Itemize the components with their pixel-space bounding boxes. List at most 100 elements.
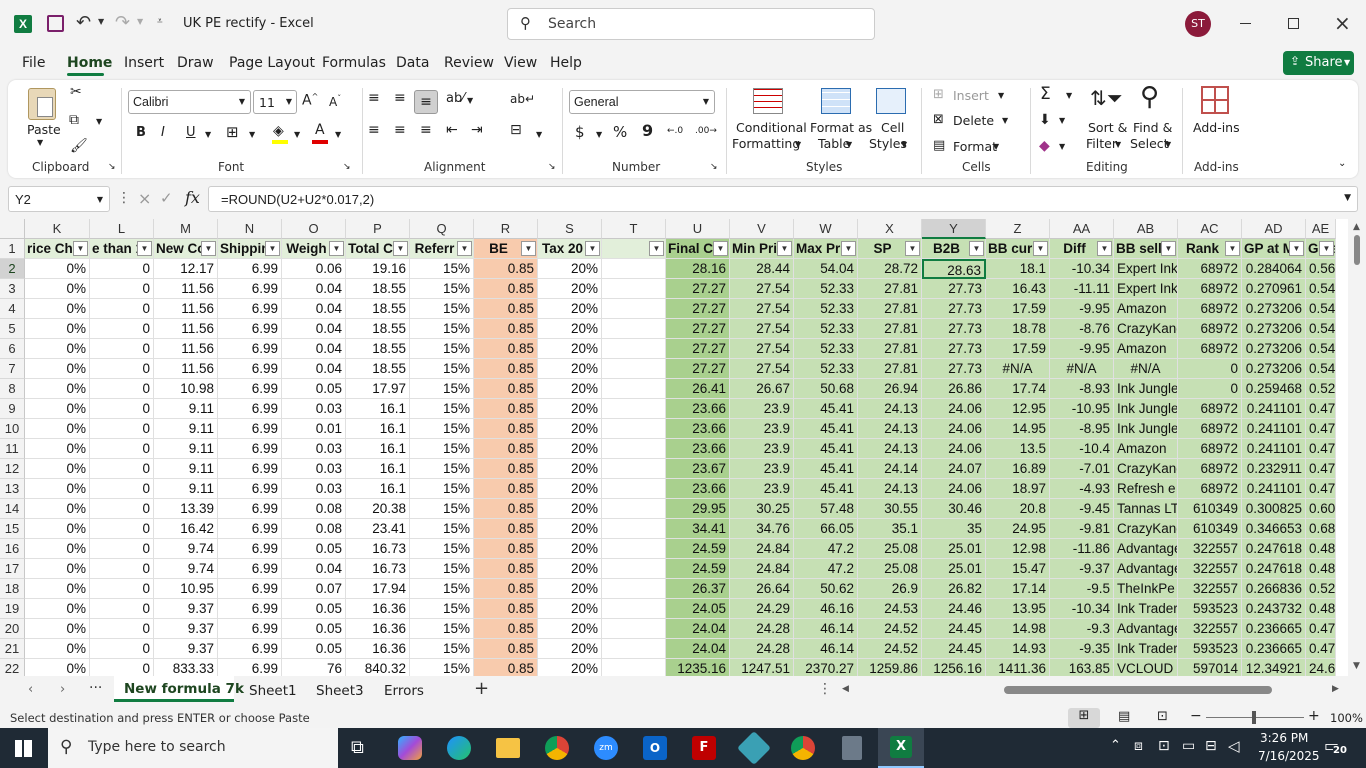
cell-ad13[interactable]: 0.241101 bbox=[1242, 479, 1306, 499]
cell-ab5[interactable]: CrazyKang bbox=[1114, 319, 1178, 339]
cell-w10[interactable]: 45.41 bbox=[794, 419, 858, 439]
cell-u15[interactable]: 34.41 bbox=[666, 519, 730, 539]
cell-t4[interactable] bbox=[602, 299, 666, 319]
cell-ae5[interactable]: 0.543 bbox=[1306, 319, 1336, 339]
cell-ac11[interactable]: 68972 bbox=[1178, 439, 1242, 459]
row-header[interactable]: 12 bbox=[0, 459, 25, 479]
cell-x13[interactable]: 24.13 bbox=[858, 479, 922, 499]
filter-dropdown-icon[interactable]: ▼ bbox=[969, 241, 984, 256]
find-select-icon[interactable]: ⚲ bbox=[1140, 82, 1159, 112]
cell-v16[interactable]: 24.84 bbox=[730, 539, 794, 559]
cell-l10[interactable]: 0 bbox=[90, 419, 154, 439]
cell-x16[interactable]: 25.08 bbox=[858, 539, 922, 559]
column-header-ab[interactable]: AB bbox=[1114, 219, 1178, 239]
cell-ad6[interactable]: 0.273206 bbox=[1242, 339, 1306, 359]
cell-u14[interactable]: 29.95 bbox=[666, 499, 730, 519]
table-header-cell[interactable]: SP ▼ bbox=[858, 239, 922, 259]
cell-q7[interactable]: 15% bbox=[410, 359, 474, 379]
cell-p8[interactable]: 17.97 bbox=[346, 379, 410, 399]
column-header-aa[interactable]: AA bbox=[1050, 219, 1114, 239]
redo-dropdown-icon[interactable]: ▼ bbox=[137, 17, 143, 26]
cell-l5[interactable]: 0 bbox=[90, 319, 154, 339]
column-header-y[interactable]: Y bbox=[922, 219, 986, 239]
cell-m15[interactable]: 16.42 bbox=[154, 519, 218, 539]
cell-ae19[interactable]: 0.483 bbox=[1306, 599, 1336, 619]
insert-cells-label[interactable]: Insert bbox=[953, 88, 989, 103]
percent-icon[interactable]: % bbox=[613, 123, 627, 141]
cell-m13[interactable]: 9.11 bbox=[154, 479, 218, 499]
column-header-u[interactable]: U bbox=[666, 219, 730, 239]
clear-chevron-icon[interactable]: ▼ bbox=[1059, 142, 1065, 151]
cell-o3[interactable]: 0.04 bbox=[282, 279, 346, 299]
cell-aa20[interactable]: -9.3 bbox=[1050, 619, 1114, 639]
cell-ae2[interactable]: 0.564 bbox=[1306, 259, 1336, 279]
cell-ac4[interactable]: 68972 bbox=[1178, 299, 1242, 319]
cell-q18[interactable]: 15% bbox=[410, 579, 474, 599]
add-sheet-icon[interactable]: + bbox=[474, 678, 489, 699]
tab-view[interactable]: View bbox=[504, 55, 537, 71]
cell-w11[interactable]: 45.41 bbox=[794, 439, 858, 459]
conditional-formatting-label[interactable]: Conditional bbox=[736, 120, 807, 135]
cell-m19[interactable]: 9.37 bbox=[154, 599, 218, 619]
cell-l3[interactable]: 0 bbox=[90, 279, 154, 299]
cell-ae17[interactable]: 0.487 bbox=[1306, 559, 1336, 579]
cell-z13[interactable]: 18.97 bbox=[986, 479, 1050, 499]
cell-ac3[interactable]: 68972 bbox=[1178, 279, 1242, 299]
cell-w8[interactable]: 50.68 bbox=[794, 379, 858, 399]
cell-r11[interactable]: 0.85 bbox=[474, 439, 538, 459]
cell-r13[interactable]: 0.85 bbox=[474, 479, 538, 499]
delete-chevron-icon[interactable]: ▼ bbox=[1002, 116, 1008, 125]
filter-dropdown-icon[interactable]: ▼ bbox=[1289, 241, 1304, 256]
cell-ab12[interactable]: CrazyKang bbox=[1114, 459, 1178, 479]
cell-l9[interactable]: 0 bbox=[90, 399, 154, 419]
cell-n11[interactable]: 6.99 bbox=[218, 439, 282, 459]
decrease-font-icon[interactable]: Aˇ bbox=[329, 94, 341, 109]
cell-ac5[interactable]: 68972 bbox=[1178, 319, 1242, 339]
cell-r17[interactable]: 0.85 bbox=[474, 559, 538, 579]
cell-t11[interactable] bbox=[602, 439, 666, 459]
cell-k22[interactable]: 0% bbox=[25, 659, 90, 676]
camera-icon[interactable]: ⊡ bbox=[1158, 738, 1170, 754]
cell-s8[interactable]: 20% bbox=[538, 379, 602, 399]
cell-m5[interactable]: 11.56 bbox=[154, 319, 218, 339]
conditional-formatting-label-2[interactable]: Formatting bbox=[732, 136, 800, 151]
cell-aa8[interactable]: -8.93 bbox=[1050, 379, 1114, 399]
cell-n19[interactable]: 6.99 bbox=[218, 599, 282, 619]
cell-k10[interactable]: 0% bbox=[25, 419, 90, 439]
column-header-x[interactable]: X bbox=[858, 219, 922, 239]
cell-x8[interactable]: 26.94 bbox=[858, 379, 922, 399]
cell-s5[interactable]: 20% bbox=[538, 319, 602, 339]
cell-ae21[interactable]: 0.476 bbox=[1306, 639, 1336, 659]
cell-ab3[interactable]: Expert Ink bbox=[1114, 279, 1178, 299]
row-header[interactable]: 20 bbox=[0, 619, 25, 639]
cell-u21[interactable]: 24.04 bbox=[666, 639, 730, 659]
borders-icon[interactable]: ⊞ bbox=[226, 123, 239, 141]
cell-w13[interactable]: 45.41 bbox=[794, 479, 858, 499]
cell-q19[interactable]: 15% bbox=[410, 599, 474, 619]
cell-x10[interactable]: 24.13 bbox=[858, 419, 922, 439]
cell-p2[interactable]: 19.16 bbox=[346, 259, 410, 279]
cell-y21[interactable]: 24.45 bbox=[922, 639, 986, 659]
clear-icon[interactable]: ◆ bbox=[1039, 138, 1050, 154]
cell-aa16[interactable]: -11.86 bbox=[1050, 539, 1114, 559]
cell-o21[interactable]: 0.05 bbox=[282, 639, 346, 659]
cell-p19[interactable]: 16.36 bbox=[346, 599, 410, 619]
cell-p11[interactable]: 16.1 bbox=[346, 439, 410, 459]
cell-w9[interactable]: 45.41 bbox=[794, 399, 858, 419]
cell-m11[interactable]: 9.11 bbox=[154, 439, 218, 459]
cell-styles-chevron-icon[interactable]: ▼ bbox=[901, 140, 907, 149]
cell-v6[interactable]: 27.54 bbox=[730, 339, 794, 359]
cell-s6[interactable]: 20% bbox=[538, 339, 602, 359]
cell-m7[interactable]: 11.56 bbox=[154, 359, 218, 379]
row-header[interactable]: 6 bbox=[0, 339, 25, 359]
table-header-cell[interactable]: Diff ▼ bbox=[1050, 239, 1114, 259]
cell-y2[interactable]: 28.63 bbox=[922, 259, 986, 279]
cell-p16[interactable]: 16.73 bbox=[346, 539, 410, 559]
cell-ad3[interactable]: 0.270961 bbox=[1242, 279, 1306, 299]
cell-v22[interactable]: 1247.51 bbox=[730, 659, 794, 676]
cell-z4[interactable]: 17.59 bbox=[986, 299, 1050, 319]
cell-v14[interactable]: 30.25 bbox=[730, 499, 794, 519]
cell-o19[interactable]: 0.05 bbox=[282, 599, 346, 619]
cell-aa18[interactable]: -9.5 bbox=[1050, 579, 1114, 599]
row-header[interactable]: 5 bbox=[0, 319, 25, 339]
